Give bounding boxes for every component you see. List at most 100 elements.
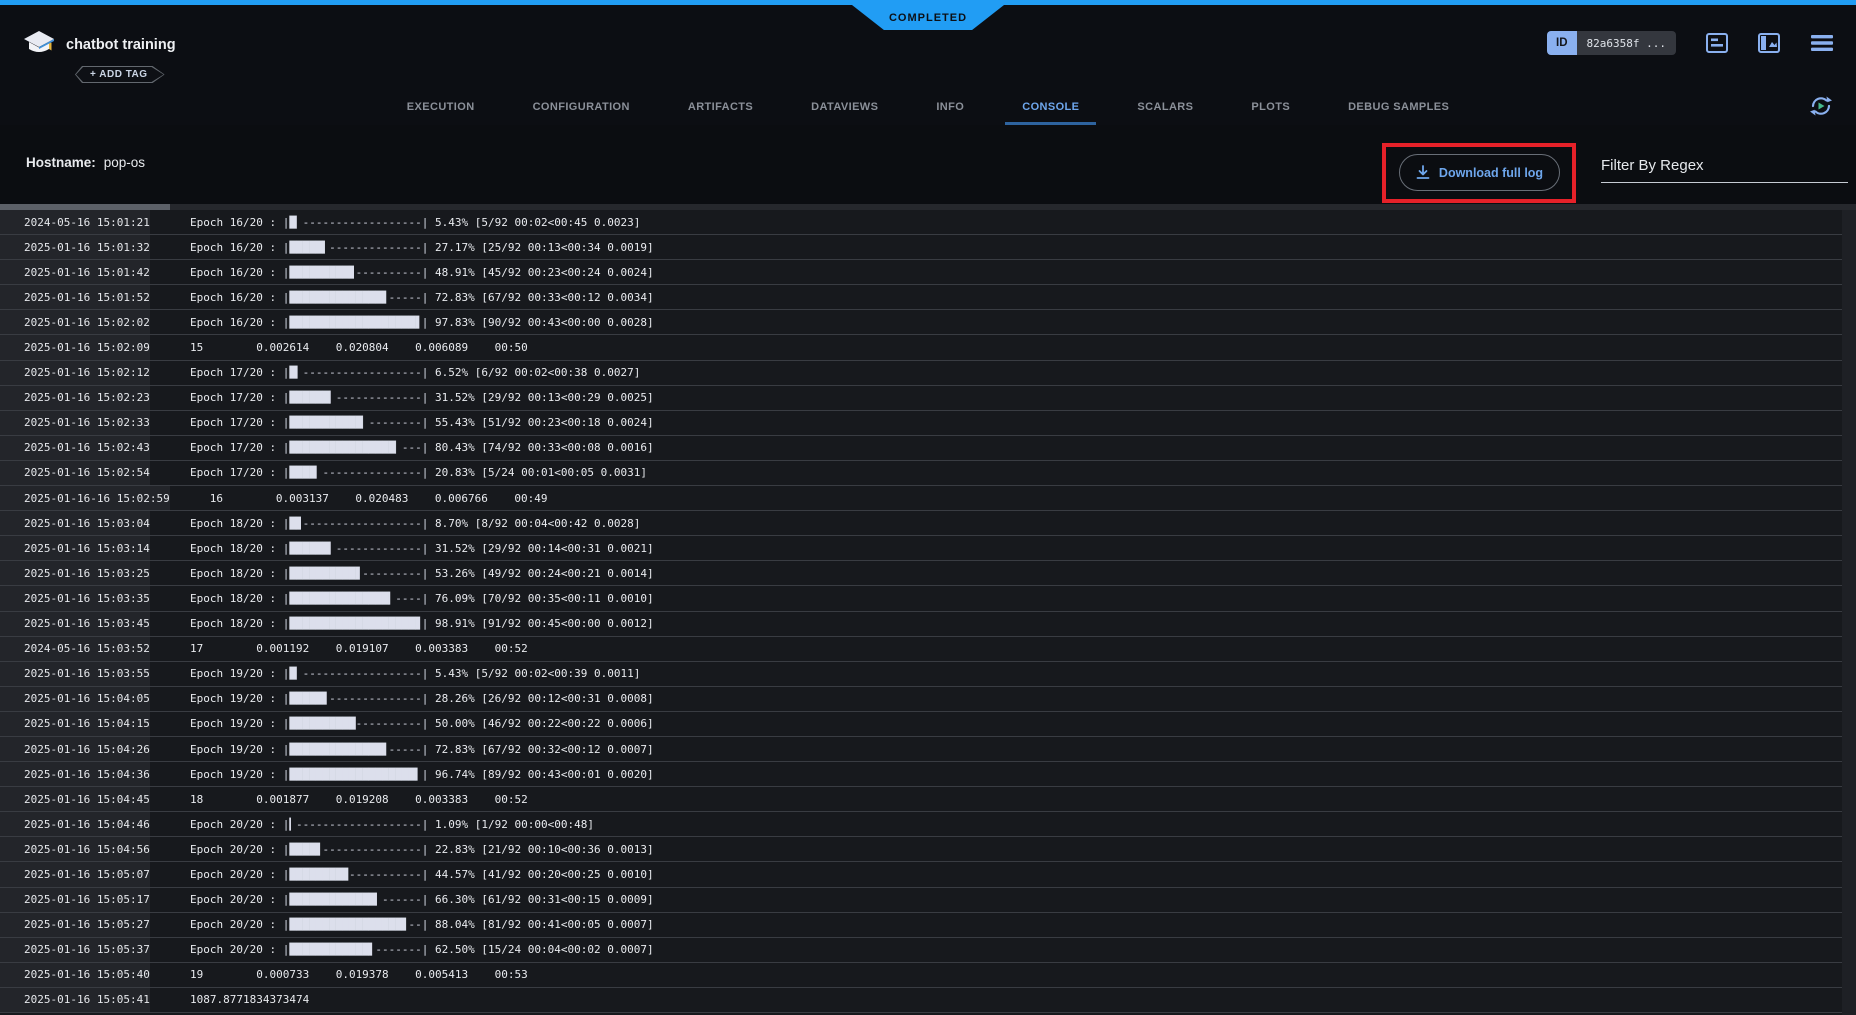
log-timestamp: 2025-01-16 15:04:46 xyxy=(0,812,150,836)
log-row: 2025-01-16 15:04:46Epoch 20/20 : |▎-----… xyxy=(0,812,1856,837)
tab-scalars[interactable]: SCALARS xyxy=(1108,101,1222,125)
log-timestamp: 2025-01-16 15:03:35 xyxy=(0,586,150,610)
progress-bar: |█▊------------------| xyxy=(283,517,435,530)
log-row: 2024-05-16 15:01:21Epoch 16/20 : |█▏----… xyxy=(0,210,1856,235)
experiment-title[interactable]: chatbot training xyxy=(66,37,176,53)
log-row: 2025-01-16 15:01:32Epoch 16/20 : |█████▍… xyxy=(0,235,1856,260)
log-timestamp: 2024-05-16 15:01:21 xyxy=(0,210,150,234)
log-timestamp: 2025-01-16 15:01:42 xyxy=(0,260,150,284)
log-row: 2025-01-16 15:04:15Epoch 19/20 : |██████… xyxy=(0,712,1856,737)
progress-bar: |██████████████▋-----| xyxy=(283,291,435,304)
log-timestamp: 2025-01-16 15:04:36 xyxy=(0,762,150,786)
log-row: 2025-01-16 15:03:04Epoch 18/20 : |█▊----… xyxy=(0,511,1856,536)
log-timestamp: 2025-01-16 15:02:09 xyxy=(0,335,150,359)
log-message: Epoch 20/20 : |████████████▌-------| 62.… xyxy=(150,943,654,956)
progress-bar: |████████████████▏---| xyxy=(283,441,435,454)
split-view-icon[interactable] xyxy=(1758,33,1780,53)
progress-bar: |███████████████▎----| xyxy=(283,592,435,605)
tab-execution[interactable]: EXECUTION xyxy=(378,101,504,125)
tab-artifacts[interactable]: ARTIFACTS xyxy=(659,101,782,125)
progress-bar: |███████████▏--------| xyxy=(283,416,435,429)
tab-dataviews[interactable]: DATAVIEWS xyxy=(782,101,907,125)
log-row: 2025-01-16 15:02:54Epoch 17/20 : |████▏-… xyxy=(0,461,1856,486)
progress-bar: |██████████████▋-----| xyxy=(283,743,435,756)
log-timestamp: 2025-01-16 15:05:40 xyxy=(0,963,150,987)
download-icon xyxy=(1416,165,1430,180)
download-full-log-button[interactable]: Download full log xyxy=(1399,154,1560,191)
log-timestamp: 2025-01-16 15:05:41 xyxy=(0,988,150,1012)
tab-console[interactable]: CONSOLE xyxy=(993,101,1108,125)
log-message: Epoch 17/20 : |████████████████▏---| 80.… xyxy=(150,441,654,454)
progress-bar: |█████████████████▋--| xyxy=(283,918,435,931)
console-toolbar: Hostname:pop-os Download full log xyxy=(0,125,1856,204)
log-row: 2025-01-16 15:03:55Epoch 19/20 : |█▏----… xyxy=(0,662,1856,687)
log-row: 2025-01-16 15:03:14Epoch 18/20 : |██████… xyxy=(0,536,1856,561)
refresh-icon[interactable] xyxy=(1808,93,1834,119)
log-row: 2025-01-16 15:02:0915 0.002614 0.020804 … xyxy=(0,335,1856,360)
log-message: Epoch 16/20 : |█████████▊----------| 48.… xyxy=(150,266,654,279)
log-timestamp: 2025-01-16 15:03:25 xyxy=(0,561,150,585)
progress-bar: |▎-------------------| xyxy=(283,818,435,831)
log-message: 19 0.000733 0.019378 0.005413 00:53 xyxy=(150,968,528,981)
add-tag-label: + ADD TAG xyxy=(76,67,164,82)
log-timestamp: 2025-01-16 15:04:15 xyxy=(0,712,150,736)
log-row: 2025-01-16 15:04:36Epoch 19/20 : |██████… xyxy=(0,762,1856,787)
tab-plots[interactable]: PLOTS xyxy=(1222,101,1319,125)
log-row: 2025-01-16 15:01:52Epoch 16/20 : |██████… xyxy=(0,285,1856,310)
header-right-cluster: ID 82a6358f ... xyxy=(1547,31,1834,55)
log-message: Epoch 16/20 : |███████████████████▋| 97.… xyxy=(150,316,654,329)
log-message: Epoch 19/20 : |█████▋--------------| 28.… xyxy=(150,692,654,705)
filter-regex-input[interactable] xyxy=(1601,149,1848,183)
log-message: Epoch 20/20 : |████████▉-----------| 44.… xyxy=(150,868,654,881)
log-message: Epoch 19/20 : |██████████████▋-----| 72.… xyxy=(150,743,654,756)
tab-bar: EXECUTIONCONFIGURATIONARTIFACTSDATAVIEWS… xyxy=(0,85,1856,125)
log-timestamp: 2025-01-16-16 15:02:59 xyxy=(0,486,170,510)
log-timestamp: 2025-01-16 15:02:12 xyxy=(0,361,150,385)
hostname: Hostname:pop-os xyxy=(26,155,145,170)
log-timestamp: 2025-01-16 15:05:07 xyxy=(0,862,150,886)
progress-bar: |███████████████████▊| xyxy=(283,617,435,630)
log-row: 2025-01-16 15:04:26Epoch 19/20 : |██████… xyxy=(0,737,1856,762)
add-tag-button[interactable]: + ADD TAG xyxy=(75,66,165,83)
log-timestamp: 2025-01-16 15:04:45 xyxy=(0,787,150,811)
log-timestamp: 2025-01-16 15:04:05 xyxy=(0,687,150,711)
log-message: 17 0.001192 0.019107 0.003383 00:52 xyxy=(150,642,528,655)
log-message: Epoch 20/20 : |████▋---------------| 22.… xyxy=(150,843,654,856)
log-message: Epoch 16/20 : |█████▍--------------| 27.… xyxy=(150,241,654,254)
log-timestamp: 2025-01-16 15:02:02 xyxy=(0,310,150,334)
log-timestamp: 2025-01-16 15:05:27 xyxy=(0,913,150,937)
progress-bar: |█▏------------------| xyxy=(283,216,435,229)
menu-icon[interactable] xyxy=(1810,34,1834,52)
log-timestamp: 2025-01-16 15:02:43 xyxy=(0,436,150,460)
progress-bar: |███████████████████▋| xyxy=(283,316,435,329)
log-message: Epoch 19/20 : |█▏------------------| 5.4… xyxy=(150,667,640,680)
log-timestamp: 2025-01-16 15:03:45 xyxy=(0,612,150,636)
log-row: 2025-01-16 15:02:23Epoch 17/20 : |██████… xyxy=(0,386,1856,411)
log-row: 2025-01-16 15:04:56Epoch 20/20 : |████▋-… xyxy=(0,837,1856,862)
log-message: Epoch 16/20 : |██████████████▋-----| 72.… xyxy=(150,291,654,304)
log-timestamp: 2025-01-16 15:04:26 xyxy=(0,737,150,761)
details-icon[interactable] xyxy=(1706,33,1728,53)
tab-info[interactable]: INFO xyxy=(907,101,993,125)
log-message: Epoch 18/20 : |███████████████▎----| 76.… xyxy=(150,592,654,605)
progress-bar: |█████████████▎------| xyxy=(283,893,435,906)
progress-bar: |█▏------------------| xyxy=(283,667,435,680)
tab-debug-samples[interactable]: DEBUG SAMPLES xyxy=(1319,101,1478,125)
experiment-id-pill[interactable]: ID 82a6358f ... xyxy=(1547,31,1676,55)
progress-bar: |██████████----------| xyxy=(283,717,435,730)
log-timestamp: 2025-01-16 15:03:04 xyxy=(0,511,150,535)
tab-configuration[interactable]: CONFIGURATION xyxy=(504,101,659,125)
log-message: 1087.8771834373474 xyxy=(150,993,309,1006)
progress-bar: |██████████▋---------| xyxy=(283,567,435,580)
log-message: Epoch 17/20 : |█▎------------------| 6.5… xyxy=(150,366,640,379)
progress-bar: |████████▉-----------| xyxy=(283,868,435,881)
log-row: 2025-01-16 15:05:4019 0.000733 0.019378 … xyxy=(0,963,1856,988)
log-message: Epoch 17/20 : |███████████▏--------| 55.… xyxy=(150,416,654,429)
vertical-scrollbar-gutter xyxy=(1842,210,1856,1015)
log-row: 2025-01-16 15:05:17Epoch 20/20 : |██████… xyxy=(0,888,1856,913)
progress-bar: |██████▎-------------| xyxy=(283,542,435,555)
log-timestamp: 2025-01-16 15:04:56 xyxy=(0,837,150,861)
log-message: 15 0.002614 0.020804 0.006089 00:50 xyxy=(150,341,528,354)
log-message: Epoch 20/20 : |▎-------------------| 1.0… xyxy=(150,818,594,831)
log-timestamp: 2025-01-16 15:02:23 xyxy=(0,386,150,410)
